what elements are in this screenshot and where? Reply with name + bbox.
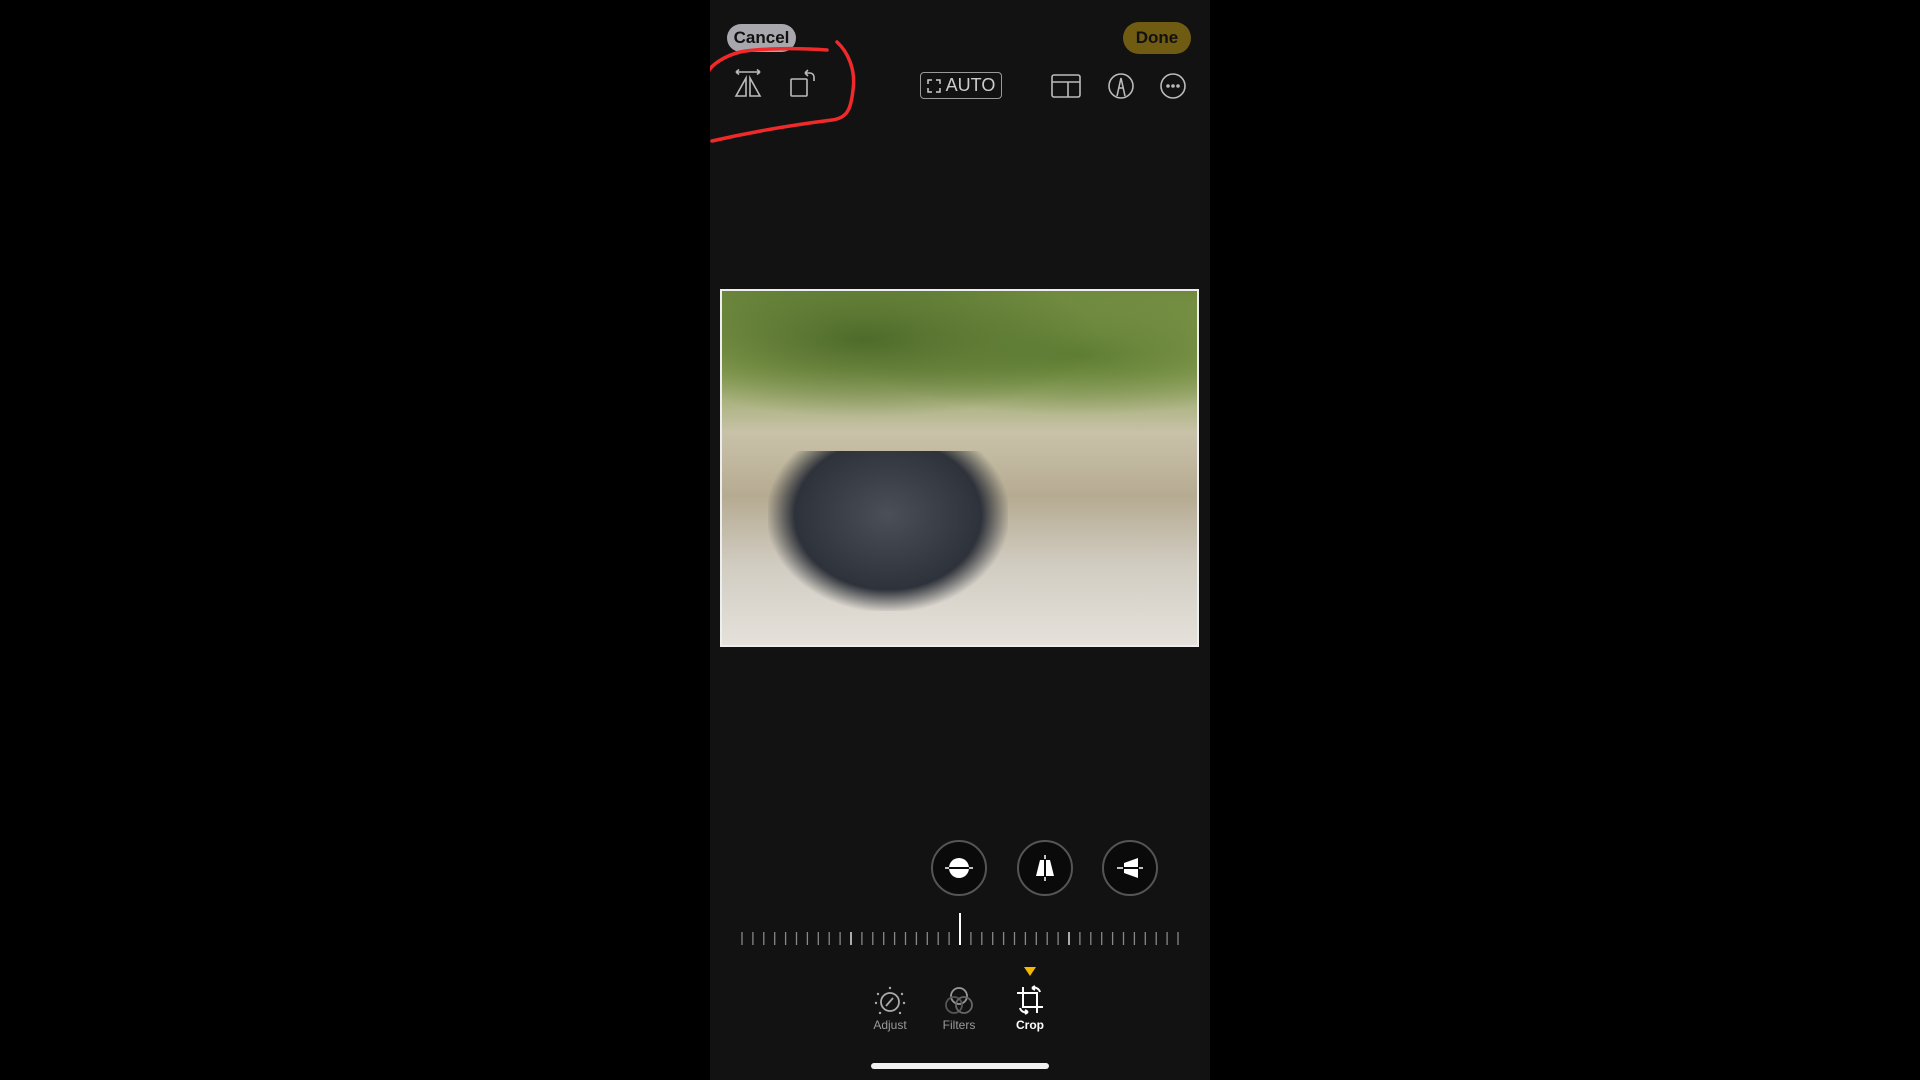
done-button[interactable]: Done <box>1123 22 1191 54</box>
aspect-ratio-icon[interactable] <box>1051 72 1081 100</box>
car <box>768 451 1008 611</box>
filters-icon <box>945 987 973 1014</box>
auto-label: AUTO <box>945 75 996 95</box>
red-annotation-circle <box>710 40 856 143</box>
photo-editor: Cancel Done AUTO Adjust Filters Crop <box>710 0 1210 1080</box>
tab-crop[interactable]: Crop <box>995 984 1065 1032</box>
tab-adjust[interactable]: Adjust <box>855 986 925 1032</box>
tab-label: Adjust <box>873 1018 907 1032</box>
foliage <box>722 291 1197 451</box>
adjust-dial-icon <box>874 986 906 1015</box>
active-tab-indicator <box>1024 967 1036 976</box>
straighten-button[interactable] <box>931 840 987 896</box>
straighten-icon <box>945 858 973 878</box>
tab-label: Crop <box>1016 1018 1044 1032</box>
crop-rotate-icon <box>1017 985 1043 1015</box>
tab-label: Filters <box>942 1018 976 1032</box>
photo-canvas[interactable] <box>720 289 1199 647</box>
home-indicator <box>871 1063 1049 1069</box>
auto-straighten-button[interactable]: AUTO <box>920 72 1002 99</box>
auto-straighten-icon <box>926 78 941 93</box>
markup-icon[interactable] <box>1107 72 1135 100</box>
more-icon[interactable] <box>1159 72 1187 100</box>
vertical-perspective-icon <box>1036 855 1054 881</box>
straighten-slider[interactable] <box>740 908 1180 948</box>
vertical-perspective-button[interactable] <box>1017 840 1073 896</box>
horizontal-perspective-icon <box>1117 858 1143 878</box>
horizontal-perspective-button[interactable] <box>1102 840 1158 896</box>
tab-filters[interactable]: Filters <box>924 986 994 1032</box>
